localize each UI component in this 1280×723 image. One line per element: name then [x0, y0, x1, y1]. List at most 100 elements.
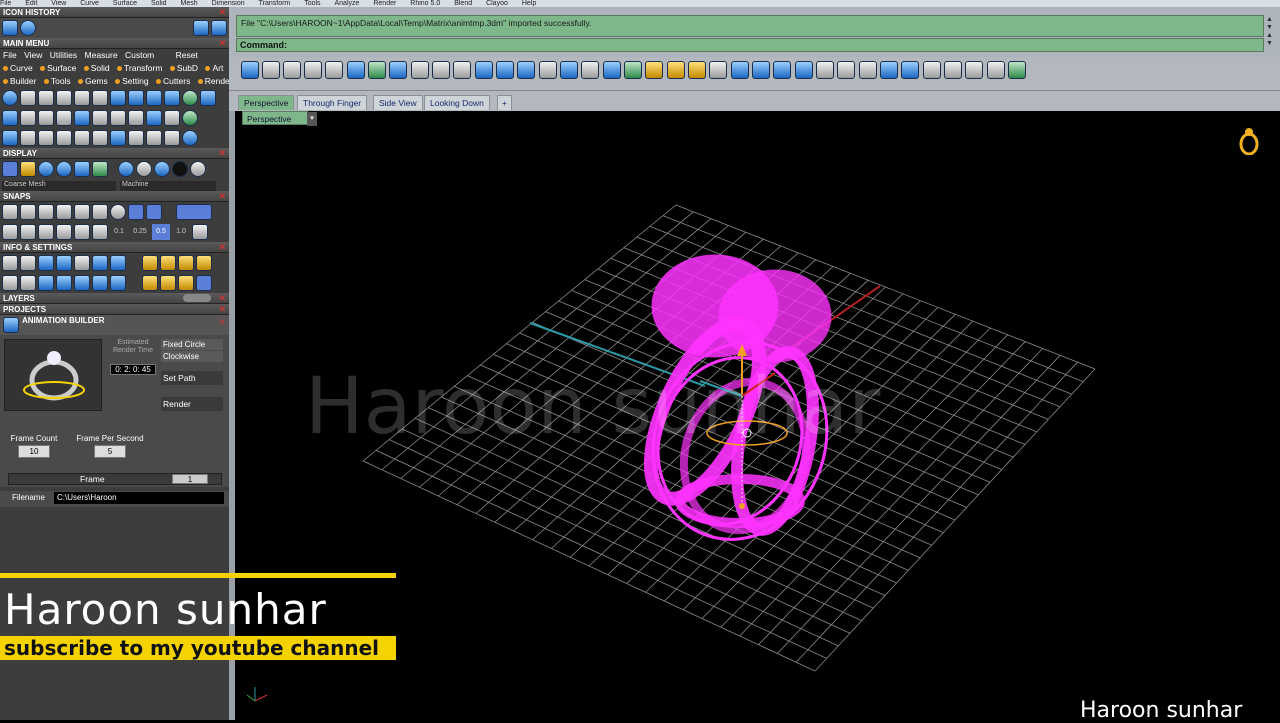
- main-menu-gems[interactable]: Gems: [78, 76, 108, 86]
- snap-icon[interactable]: [20, 204, 36, 220]
- main-menu-transform[interactable]: Transform: [117, 63, 162, 73]
- info-icon[interactable]: [110, 255, 126, 271]
- toolbar-icon[interactable]: [304, 61, 322, 79]
- tab-side-view[interactable]: Side View: [373, 95, 423, 110]
- close-icon[interactable]: ✕: [218, 304, 226, 315]
- toolbar-icon[interactable]: [1008, 61, 1026, 79]
- toolbar-icon[interactable]: [453, 61, 471, 79]
- layers-header[interactable]: LAYERS ✕: [0, 293, 229, 304]
- toolbar-icon[interactable]: [283, 61, 301, 79]
- display-icon[interactable]: [74, 161, 90, 177]
- menu-analyze[interactable]: Analyze: [335, 0, 360, 7]
- tool-icon[interactable]: [56, 90, 72, 106]
- material-icon[interactable]: [154, 161, 170, 177]
- toolbar-icon[interactable]: [241, 61, 259, 79]
- tool-icon[interactable]: [56, 130, 72, 146]
- toolbar-icon[interactable]: [368, 61, 386, 79]
- menu-view[interactable]: View: [51, 0, 66, 7]
- info-icon[interactable]: [2, 275, 18, 291]
- menu-solid[interactable]: Solid: [151, 0, 167, 7]
- toolbar-icon[interactable]: [581, 61, 599, 79]
- info-icon[interactable]: [178, 255, 194, 271]
- main-menu-curve[interactable]: Curve: [3, 63, 33, 73]
- snap-icon[interactable]: [56, 224, 72, 240]
- command-input[interactable]: Command:: [236, 38, 1264, 52]
- tool-icon[interactable]: [164, 90, 180, 106]
- move-icon[interactable]: [74, 130, 90, 146]
- close-icon[interactable]: ✕: [218, 293, 226, 304]
- toolbar-icon[interactable]: [539, 61, 557, 79]
- close-icon[interactable]: ✕: [218, 191, 226, 202]
- main-menu-surface[interactable]: Surface: [40, 63, 76, 73]
- menu-mesh[interactable]: Mesh: [181, 0, 198, 7]
- add-tab-button[interactable]: +: [497, 95, 512, 110]
- toolbar-icon[interactable]: [837, 61, 855, 79]
- snap-icon[interactable]: [2, 204, 18, 220]
- direction-dropdown[interactable]: Clockwise: [161, 351, 223, 362]
- snap-icon[interactable]: [92, 224, 108, 240]
- tool-icon[interactable]: [110, 130, 126, 146]
- material-icon[interactable]: [172, 161, 188, 177]
- tool-icon[interactable]: [146, 110, 162, 126]
- snap-icon[interactable]: [92, 204, 108, 220]
- tool-icon[interactable]: [2, 90, 18, 106]
- tool-icon[interactable]: [2, 110, 18, 126]
- tool-icon[interactable]: [20, 90, 36, 106]
- lock-icon[interactable]: [923, 61, 941, 79]
- menu-surface[interactable]: Surface: [113, 0, 137, 7]
- toolbar-icon[interactable]: [496, 61, 514, 79]
- path-type-dropdown[interactable]: Fixed Circle: [161, 339, 223, 350]
- tool-icon[interactable]: [92, 130, 108, 146]
- toolbar-icon[interactable]: [688, 61, 706, 79]
- snap-icon[interactable]: [110, 204, 126, 220]
- menu-tools[interactable]: Tools: [304, 0, 320, 7]
- toolbar-icon[interactable]: [667, 61, 685, 79]
- frame-input[interactable]: 1: [172, 474, 208, 484]
- material-icon[interactable]: [118, 161, 134, 177]
- main-menu-cutters[interactable]: Cutters: [155, 76, 190, 86]
- info-icon[interactable]: [74, 275, 90, 291]
- toolbar-icon[interactable]: [432, 61, 450, 79]
- info-icon[interactable]: [160, 275, 176, 291]
- toolbar-icon[interactable]: [773, 61, 791, 79]
- close-icon[interactable]: ✕: [218, 148, 226, 159]
- snap-icon[interactable]: [74, 204, 90, 220]
- main-menu-solid[interactable]: Solid: [83, 63, 110, 73]
- material-icon[interactable]: [136, 161, 152, 177]
- menu-render[interactable]: Render: [373, 0, 396, 7]
- material-dropdown[interactable]: Machine: [120, 181, 216, 191]
- menu-edit[interactable]: Edit: [25, 0, 37, 7]
- toolbar-icon[interactable]: [795, 61, 813, 79]
- snap-icon[interactable]: [128, 204, 144, 220]
- toolbar-icon[interactable]: [880, 61, 898, 79]
- history-icon-2[interactable]: [20, 20, 36, 36]
- info-icon[interactable]: [92, 255, 108, 271]
- fps-input[interactable]: 5: [94, 445, 126, 458]
- tool-icon[interactable]: [2, 130, 18, 146]
- tool-icon[interactable]: [110, 110, 126, 126]
- tool-icon[interactable]: [92, 110, 108, 126]
- toolbar-icon[interactable]: [347, 61, 365, 79]
- main-menu-render[interactable]: Render: [197, 76, 229, 86]
- main-menu-utilities[interactable]: Utilities: [50, 50, 77, 60]
- tool-icon[interactable]: [74, 110, 90, 126]
- tool-icon[interactable]: [74, 90, 90, 106]
- tool-icon[interactable]: [20, 130, 36, 146]
- main-menu-art[interactable]: Art: [205, 63, 223, 73]
- search-icon[interactable]: [20, 255, 36, 271]
- close-icon[interactable]: ✕: [218, 7, 226, 18]
- tab-looking-down[interactable]: Looking Down: [424, 95, 490, 110]
- tool-icon[interactable]: [38, 110, 54, 126]
- settings-icon[interactable]: [2, 255, 18, 271]
- tool-icon[interactable]: [146, 90, 162, 106]
- tool-icon[interactable]: [38, 90, 54, 106]
- info-icon[interactable]: [92, 275, 108, 291]
- snap-value-3[interactable]: 1.0: [172, 224, 190, 240]
- info-icon[interactable]: [196, 275, 212, 291]
- snap-icon[interactable]: [38, 204, 54, 220]
- filename-input[interactable]: C:\Users\Haroon: [54, 492, 224, 504]
- info-icon[interactable]: [160, 255, 176, 271]
- tool-icon[interactable]: [182, 90, 198, 106]
- main-menu-setting[interactable]: Setting: [115, 76, 149, 86]
- close-icon[interactable]: ✕: [218, 242, 226, 253]
